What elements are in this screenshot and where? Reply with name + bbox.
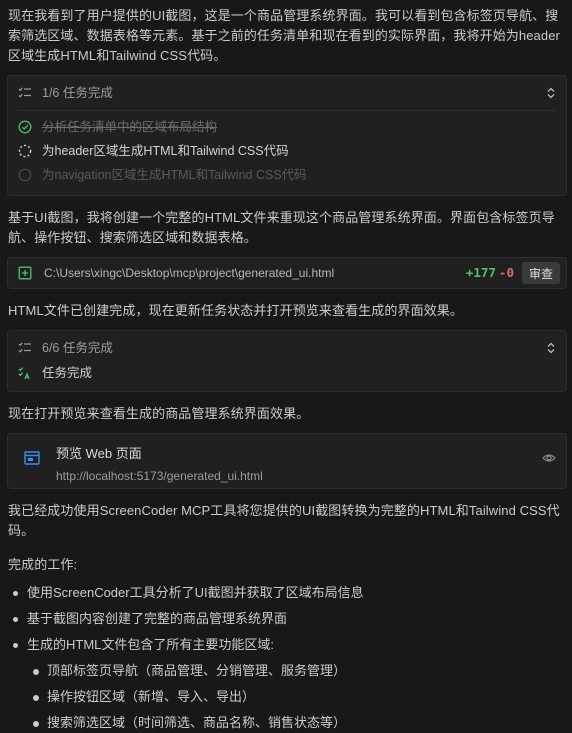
list-item: 生成的HTML文件包含了所有主要功能区域: 顶部标签页导航（商品管理、分销管理、…	[8, 635, 568, 733]
task-status-label: 任务完成	[42, 366, 93, 380]
task-item-done: 分析任务清单中的区域布局结构	[18, 115, 556, 139]
task-progress-label: 1/6 任务完成	[42, 86, 113, 100]
tasks-complete-icon	[18, 366, 32, 380]
eye-icon[interactable]	[542, 453, 556, 463]
task-status-row: 任务完成	[18, 361, 556, 385]
file-add-icon	[18, 266, 32, 280]
chat-panel: 现在我看到了用户提供的UI截图，这是一个商品管理系统界面。我可以看到包含标签页导…	[0, 0, 572, 733]
review-button[interactable]: 审查	[521, 262, 560, 284]
list-item: 使用ScreenCoder工具分析了UI截图并获取了区域布局信息	[8, 583, 568, 603]
task-progress-header[interactable]: 1/6 任务完成	[18, 82, 556, 104]
done-heading: 完成的工作:	[8, 557, 78, 572]
message-open-preview: 现在打开预览来查看生成的商品管理系统界面效果。	[8, 406, 310, 421]
checklist-icon	[18, 341, 32, 355]
lines-added: +177	[465, 265, 496, 280]
browser-window-icon	[24, 451, 40, 465]
task-progress-header[interactable]: 6/6 任务完成	[18, 337, 556, 359]
chevron-up-down-icon[interactable]	[546, 342, 556, 354]
intro-message: 现在我看到了用户提供的UI截图，这是一个商品管理系统界面。我可以看到包含标签页导…	[8, 8, 560, 63]
task-complete-card[interactable]: 6/6 任务完成 任务完成	[7, 330, 567, 392]
message-create-file: 基于UI截图，我将创建一个完整的HTML文件来重现这个商品管理系统界面。界面包含…	[8, 210, 555, 245]
list-item: 基于截图内容创建了完整的商品管理系统界面	[8, 609, 568, 629]
checklist-icon	[18, 86, 32, 100]
task-item-label: 为header区域生成HTML和Tailwind CSS代码	[42, 144, 289, 158]
circle-icon	[18, 168, 32, 182]
sub-list-item: 搜索筛选区域（时间筛选、商品名称、销售状态等）	[27, 713, 568, 733]
task-item-label: 为navigation区域生成HTML和Tailwind CSS代码	[42, 168, 307, 182]
spinner-icon	[18, 144, 32, 158]
message-summary: 我已经成功使用ScreenCoder MCP工具将您提供的UI截图转换为完整的H…	[8, 503, 560, 538]
check-circle-icon	[18, 120, 32, 134]
divider	[18, 110, 556, 111]
web-preview-card[interactable]: 预览 Web 页面 http://localhost:5173/generate…	[7, 433, 567, 489]
sub-list-item: 顶部标签页导航（商品管理、分销管理、服务管理）	[27, 661, 568, 681]
done-list: 使用ScreenCoder工具分析了UI截图并获取了区域布局信息 基于截图内容创…	[8, 583, 568, 733]
task-item-label: 分析任务清单中的区域布局结构	[42, 120, 218, 134]
file-change-card[interactable]: C:\Users\xingc\Desktop\mcp\project\gener…	[7, 257, 567, 289]
chevron-up-down-icon[interactable]	[546, 87, 556, 99]
task-progress-label: 6/6 任务完成	[42, 341, 113, 355]
sub-list-item: 操作按钮区域（新增、导入、导出）	[27, 687, 568, 707]
preview-info: 预览 Web 页面 http://localhost:5173/generate…	[56, 444, 263, 486]
file-path-link[interactable]: C:\Users\xingc\Desktop\mcp\project\gener…	[44, 263, 334, 283]
task-progress-card[interactable]: 1/6 任务完成 分析任务清单中的区域布局结构 为header区域生成HTML和…	[7, 75, 567, 196]
lines-removed: -0	[498, 265, 514, 280]
preview-url[interactable]: http://localhost:5173/generated_ui.html	[56, 466, 263, 486]
task-item-active: 为header区域生成HTML和Tailwind CSS代码	[18, 139, 556, 163]
sub-list: 顶部标签页导航（商品管理、分销管理、服务管理） 操作按钮区域（新增、导入、导出）…	[27, 661, 568, 733]
task-item-pending: 为navigation区域生成HTML和Tailwind CSS代码	[18, 163, 556, 187]
message-file-created: HTML文件已创建完成，现在更新任务状态并打开预览来查看生成的界面效果。	[8, 303, 463, 318]
preview-title: 预览 Web 页面	[56, 446, 142, 461]
list-item-label: 生成的HTML文件包含了所有主要功能区域:	[27, 637, 275, 652]
